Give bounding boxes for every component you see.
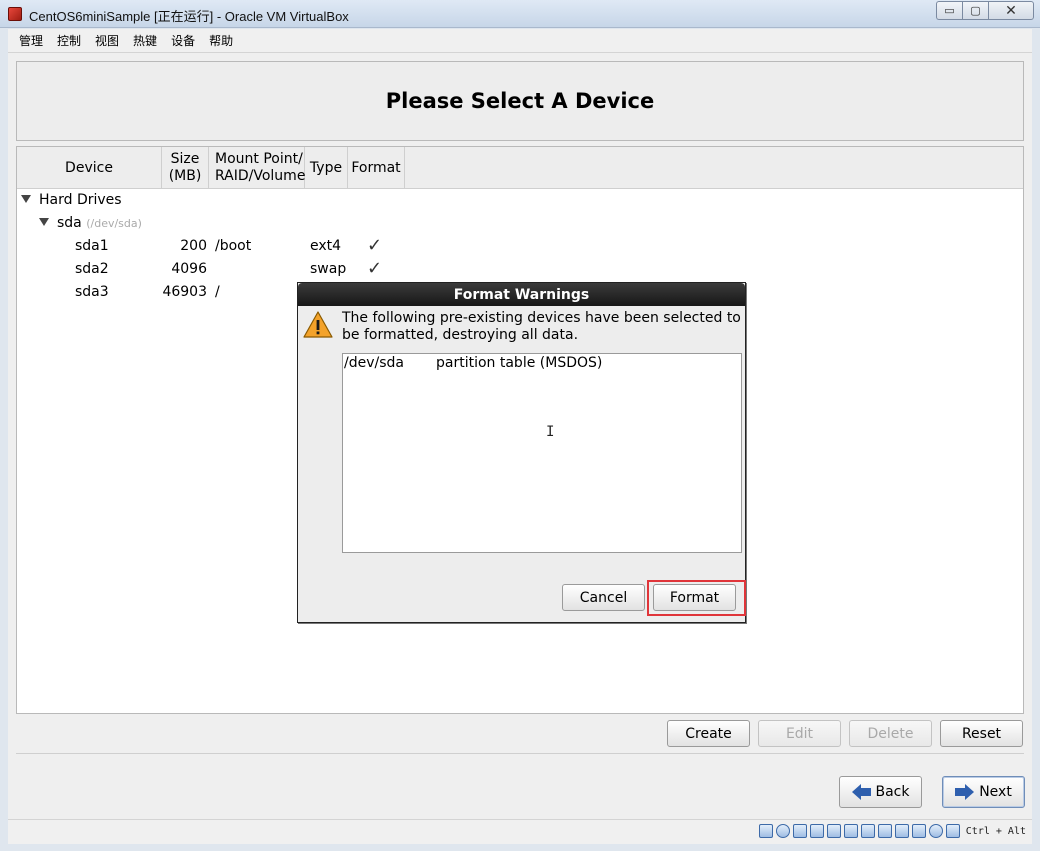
- column-mount-point[interactable]: Mount Point/ RAID/Volume: [209, 147, 305, 189]
- statusbar: Ctrl + Alt: [8, 819, 1032, 844]
- network-icon[interactable]: [809, 824, 824, 838]
- cpu-icon[interactable]: [911, 824, 926, 838]
- video-capture-icon[interactable]: [894, 824, 909, 838]
- page-title: Please Select A Device: [385, 89, 655, 113]
- back-arrow-icon: [851, 784, 872, 800]
- format-button-highlight: [647, 580, 746, 616]
- partition-name: sda3: [75, 284, 109, 300]
- column-device[interactable]: Device: [17, 147, 162, 189]
- mouse-integration-icon[interactable]: [928, 824, 943, 838]
- column-type[interactable]: Type: [305, 147, 348, 189]
- optical-drive-icon[interactable]: [775, 824, 790, 838]
- hard-disk-icon[interactable]: [758, 824, 773, 838]
- disk-path: (/dev/sda): [86, 217, 142, 230]
- column-format-label: Format: [351, 159, 401, 176]
- partition-type: ext4: [310, 238, 342, 254]
- minimize-icon: ▭: [944, 4, 955, 17]
- table-row[interactable]: sda1 200 /boot ext4 ✓: [17, 235, 417, 257]
- menu-item-view[interactable]: 视图: [88, 32, 126, 49]
- partition-name: sda2: [75, 261, 109, 277]
- cancel-button[interactable]: Cancel: [562, 584, 645, 611]
- menubar: 管理 控制 视图 热键 设备 帮助: [8, 29, 1032, 53]
- disk-name: sda: [57, 215, 82, 231]
- warning-icon: [303, 311, 333, 338]
- partition-mount: /boot: [215, 238, 252, 254]
- menu-item-help[interactable]: 帮助: [202, 32, 240, 49]
- expander-triangle-icon[interactable]: [21, 195, 31, 203]
- audio-icon[interactable]: [792, 824, 807, 838]
- partition-type: swap: [310, 261, 347, 277]
- group-label: Hard Drives: [39, 192, 122, 208]
- list-item-description: partition table (MSDOS): [436, 355, 603, 371]
- dialog-message: The following pre-existing devices have …: [342, 310, 741, 343]
- delete-button[interactable]: Delete: [849, 720, 932, 747]
- format-warnings-dialog: Format Warnings The following pre-existi…: [297, 282, 746, 623]
- reset-button[interactable]: Reset: [940, 720, 1023, 747]
- next-label: Next: [979, 784, 1012, 800]
- header-panel: Please Select A Device: [16, 61, 1024, 141]
- column-device-label: Device: [65, 159, 113, 176]
- status-icons: Ctrl + Alt: [758, 824, 1026, 838]
- list-item-device: /dev/sda: [344, 355, 404, 371]
- device-list[interactable]: /dev/sda partition table (MSDOS) I: [342, 353, 742, 553]
- usb-icon[interactable]: [826, 824, 841, 838]
- close-icon: ✕: [1005, 2, 1017, 19]
- table-row[interactable]: sda2 4096 swap ✓: [17, 258, 417, 280]
- partition-mount: /: [215, 284, 220, 300]
- edit-button[interactable]: Edit: [758, 720, 841, 747]
- next-button[interactable]: Next: [942, 776, 1025, 808]
- tree-row-sda[interactable]: sda (/dev/sda): [39, 212, 142, 234]
- host-key-label: Ctrl + Alt: [965, 825, 1026, 837]
- tree-row-hard-drives[interactable]: Hard Drives: [21, 189, 122, 211]
- window-controls: ▭ ▢ ✕: [936, 1, 1034, 21]
- menu-item-control[interactable]: 控制: [50, 32, 88, 49]
- window-titlebar[interactable]: CentOS6miniSample [正在运行] - Oracle VM Vir…: [0, 0, 1040, 28]
- next-arrow-icon: [955, 784, 975, 800]
- expander-triangle-icon[interactable]: [39, 218, 49, 226]
- back-label: Back: [875, 784, 910, 800]
- window-title: CentOS6miniSample [正在运行] - Oracle VM Vir…: [29, 9, 349, 24]
- column-format[interactable]: Format: [348, 147, 405, 189]
- column-size-label: Size (MB): [168, 151, 202, 184]
- display-icon[interactable]: [877, 824, 892, 838]
- partition-size: 46903: [162, 284, 207, 300]
- column-header: Device Size (MB) Mount Point/ RAID/Volum…: [17, 147, 1023, 189]
- partition-size: 200: [180, 238, 207, 254]
- partition-name: sda1: [75, 238, 109, 254]
- shared-folder-icon[interactable]: [860, 824, 875, 838]
- dialog-title: Format Warnings: [298, 283, 745, 306]
- maximize-icon: ▢: [970, 4, 981, 17]
- back-button[interactable]: Back: [839, 776, 922, 808]
- menu-item-manage[interactable]: 管理: [12, 32, 50, 49]
- maximize-button[interactable]: ▢: [962, 1, 988, 20]
- divider: [16, 753, 1024, 754]
- column-type-label: Type: [309, 159, 343, 176]
- close-button[interactable]: ✕: [988, 1, 1034, 20]
- format-check-icon: ✓: [367, 258, 383, 279]
- minimize-button[interactable]: ▭: [936, 1, 962, 20]
- keyboard-capture-icon[interactable]: [945, 824, 960, 838]
- column-size[interactable]: Size (MB): [162, 147, 209, 189]
- partition-size: 4096: [171, 261, 207, 277]
- column-mount-label: Mount Point/ RAID/Volume: [215, 151, 306, 184]
- menu-item-hotkey[interactable]: 热键: [126, 32, 164, 49]
- virtualbox-app-icon: [8, 7, 22, 21]
- create-button[interactable]: Create: [667, 720, 750, 747]
- text-cursor-icon: I: [546, 424, 555, 440]
- format-check-icon: ✓: [367, 235, 383, 256]
- menu-item-devices[interactable]: 设备: [164, 32, 202, 49]
- pencil-icon[interactable]: [843, 824, 858, 838]
